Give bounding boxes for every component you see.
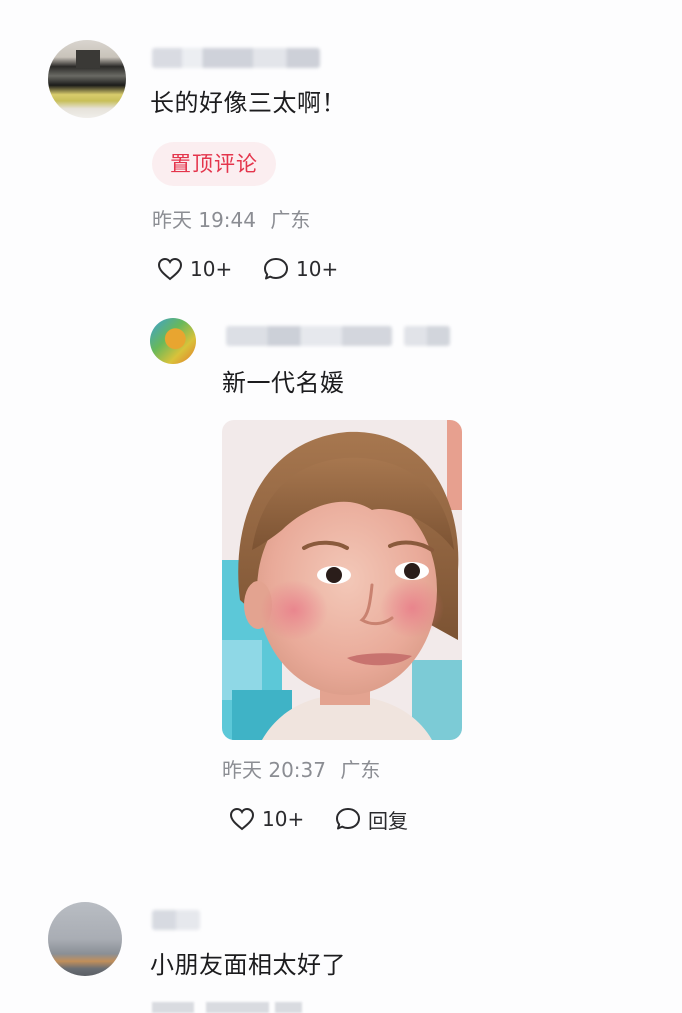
reply-count: 10+ xyxy=(296,257,339,281)
comment-text: 小朋友面相太好了 xyxy=(150,951,346,979)
heart-outline-icon xyxy=(229,807,255,831)
like-count: 10+ xyxy=(190,257,233,281)
comment-meta: 昨天 19:44 广东 xyxy=(152,208,310,232)
comment-meta-cut-off xyxy=(152,1002,302,1013)
reply-author-tag-blurred xyxy=(404,326,450,346)
avatar[interactable] xyxy=(48,40,126,118)
reply-time: 昨天 20:37 xyxy=(222,758,326,782)
reply-label: 回复 xyxy=(368,808,408,833)
comment-text: 长的好像三太啊！ xyxy=(150,89,346,117)
username-blurred[interactable] xyxy=(152,48,320,68)
reply-location: 广东 xyxy=(340,758,381,782)
comment-time: 昨天 19:44 xyxy=(152,208,256,232)
speech-bubble-icon xyxy=(264,258,288,280)
reply-like-button[interactable]: 10+ xyxy=(228,805,304,833)
reply-button[interactable]: 回复 xyxy=(334,805,408,833)
reply-text: 新一代名媛 xyxy=(222,369,345,397)
heart-outline-icon xyxy=(157,257,183,281)
pinned-comment-badge: 置顶评论 xyxy=(152,142,276,186)
avatar[interactable] xyxy=(48,902,122,976)
reply-like-count: 10+ xyxy=(262,807,305,831)
comment-feed: 长的好像三太啊！ 置顶评论 昨天 19:44 广东 10+ 10+ 新一代名媛 xyxy=(0,0,682,1013)
speech-bubble-icon xyxy=(336,808,360,830)
username-blurred[interactable] xyxy=(152,910,200,930)
child-portrait-image xyxy=(222,420,462,740)
comment-location: 广东 xyxy=(270,208,311,232)
reply-count-button[interactable]: 10+ xyxy=(262,255,338,283)
reply-username-blurred[interactable] xyxy=(226,326,392,346)
like-button[interactable]: 10+ xyxy=(156,255,232,283)
reply-avatar[interactable] xyxy=(150,318,196,364)
reply-meta: 昨天 20:37 广东 xyxy=(222,758,380,782)
reply-photo[interactable] xyxy=(222,420,462,740)
